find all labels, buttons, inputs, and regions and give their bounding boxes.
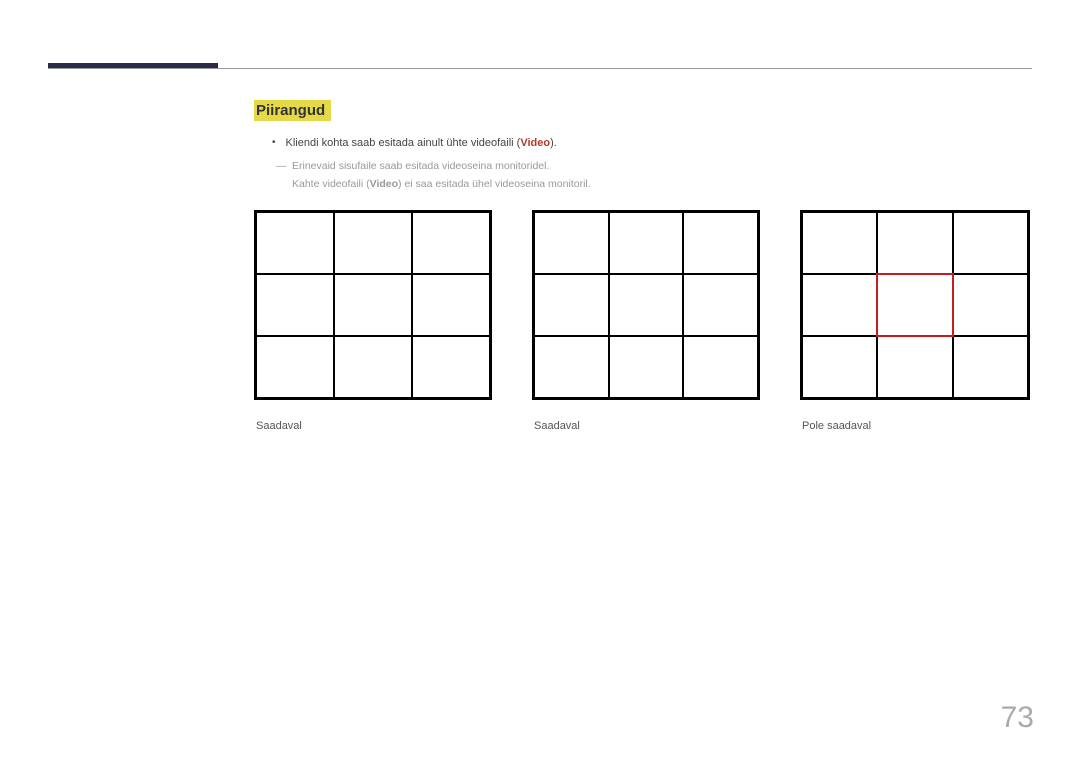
grid-cell xyxy=(877,212,952,274)
grid-cell xyxy=(683,212,758,274)
grid-cell xyxy=(412,212,490,274)
grid-caption-1: Saadaval xyxy=(256,420,492,432)
grid-cell xyxy=(877,336,952,398)
grid-cell xyxy=(534,212,609,274)
grid-cell-highlighted xyxy=(876,273,953,337)
bullet-suffix: ). xyxy=(550,137,557,149)
grid-1 xyxy=(254,210,492,400)
grid-cell xyxy=(534,274,609,336)
grid-caption-2: Saadaval xyxy=(534,420,760,432)
grid-cell xyxy=(953,212,1028,274)
content-area: Piirangud • Kliendi kohta saab esitada a… xyxy=(254,100,1032,193)
grids-row: Saadaval Saadaval Pole saadaval xyxy=(254,210,1032,432)
video-label-2: Video xyxy=(370,178,398,190)
grid-3 xyxy=(800,210,1030,400)
grid-cell xyxy=(953,336,1028,398)
video-label: Video xyxy=(520,137,550,149)
grid-cell xyxy=(256,336,334,398)
section-title: Piirangud xyxy=(254,100,331,121)
bullet-item: • Kliendi kohta saab esitada ainult ühte… xyxy=(272,135,1032,151)
grid-cell xyxy=(534,336,609,398)
grid-cell xyxy=(334,212,412,274)
grid-cell xyxy=(683,336,758,398)
grid-cell xyxy=(609,336,684,398)
grid-cell xyxy=(334,274,412,336)
sub2-suffix: ) ei saa esitada ühel videoseina monitor… xyxy=(398,178,591,190)
page-number: 73 xyxy=(1001,701,1034,735)
grid-block-3: Pole saadaval xyxy=(800,210,1030,432)
grid-cell xyxy=(609,212,684,274)
grid-cell xyxy=(683,274,758,336)
bullet-text: Kliendi kohta saab esitada ainult ühte v… xyxy=(286,135,557,151)
grid-cell xyxy=(802,336,877,398)
sub-note-2: Kahte videofaili (Video) ei saa esitada … xyxy=(292,175,1032,193)
sub-note-1: Erinevaid sisufaile saab esitada videose… xyxy=(292,157,1032,175)
grid-cell xyxy=(412,274,490,336)
grid-cell xyxy=(412,336,490,398)
grid-caption-3: Pole saadaval xyxy=(802,420,1030,432)
grid-cell xyxy=(802,274,877,336)
grid-cell xyxy=(802,212,877,274)
header-rule xyxy=(48,68,1032,69)
bullet-prefix: Kliendi kohta saab esitada ainult ühte v… xyxy=(286,137,521,149)
grid-cell xyxy=(256,212,334,274)
grid-2 xyxy=(532,210,760,400)
grid-cell xyxy=(256,274,334,336)
bullet-dot-icon: • xyxy=(272,135,276,151)
grid-cell xyxy=(334,336,412,398)
grid-block-2: Saadaval xyxy=(532,210,760,432)
grid-cell xyxy=(609,274,684,336)
grid-cell xyxy=(953,274,1028,336)
sub2-prefix: Kahte videofaili ( xyxy=(292,178,370,190)
grid-block-1: Saadaval xyxy=(254,210,492,432)
